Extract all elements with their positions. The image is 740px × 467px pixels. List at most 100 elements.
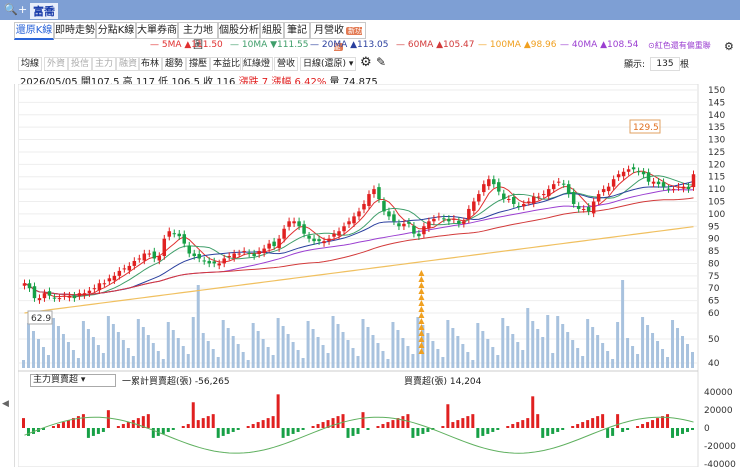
volume-bar [461,344,465,368]
toolbar-5[interactable]: 布林 [138,57,163,71]
volume-bar [471,360,475,368]
candle-body [52,297,57,299]
ind-y-tick: 0 [704,424,710,434]
netbuy-bar [676,428,680,436]
volume-bar [386,359,390,368]
tab-label: 筆記 [287,25,307,36]
chart-settings-icon[interactable]: ⚙ [360,55,372,70]
volume-bar [296,350,300,368]
candle-body [327,238,331,242]
volume-bar [226,328,230,368]
candle-body [132,260,137,266]
toolbar-10[interactable]: 營收 [274,57,299,71]
volume-bar [521,350,525,368]
toolbar-6[interactable]: 趨勢 [162,57,187,71]
y-tick-label: 135 [708,123,725,133]
chart-toolbar: 均線 外資 投信 主力 融資 布林 趨勢 撐壓 本益比 紅綠燈 營收 日線(還原) ▾ ⚙ ✎ 顯示: 135… [18,55,718,71]
y-tick-label: 105 [708,198,725,208]
volume-bar [251,323,255,368]
volume-bar [22,360,25,368]
candle-body [626,169,631,172]
volume-bar [301,358,305,368]
candle-body [586,206,591,212]
tab-7[interactable]: 筆記 [284,22,310,39]
candle-body [357,211,361,217]
volume-bar [131,356,135,368]
volume-bar [41,347,45,368]
toolbar-1[interactable]: 外資 [44,57,69,71]
volume-bar [356,356,360,368]
volume-bar [46,355,50,368]
candle-body [482,184,486,193]
netbuy-bar [626,428,630,430]
candle-body [167,231,172,237]
candle-body [207,260,211,264]
settings-gear-icon[interactable]: ⚙ [724,40,734,53]
toolbar-3[interactable]: 主力 [92,57,117,71]
candle-body [252,253,256,257]
candle-body [332,233,336,237]
volume-bar [326,353,330,368]
candle-body [367,194,371,206]
add-icon[interactable]: + [18,3,27,16]
search-icon[interactable]: 🔍 [4,3,18,16]
draw-pen-icon[interactable]: ✎ [376,55,386,69]
tab-8[interactable]: 月營收 新功能 [310,22,366,51]
toolbar-9[interactable]: 紅綠燈 [240,57,274,71]
toolbar-8[interactable]: 本益比 [210,57,244,71]
indicator-select[interactable]: 主力買賣超 ▾ [30,374,116,387]
candle-body [382,201,386,212]
display-unit: 根 [680,60,690,70]
y-tick-label: 145 [708,98,725,108]
candle-body [571,192,576,204]
high-label: 129.5 [633,123,659,133]
tab-3[interactable]: 大單券商 [136,22,178,39]
candle-body [447,218,451,222]
display-count-input[interactable]: 135 [650,57,680,71]
volume-bar [641,317,645,368]
tab-1[interactable]: 即時走勢 [54,22,96,39]
tab-6[interactable]: 組股 [260,22,284,39]
period-select[interactable]: 日線(還原) ▾ [300,57,357,71]
y-tick-label: 40 [708,359,720,369]
netbuy-bar [411,428,415,438]
tab-4[interactable]: 主力地圖 [178,22,218,51]
toolbar-7[interactable]: 撐壓 [186,57,211,71]
volume-bar [546,315,550,368]
volume-bar [126,348,130,368]
stock-title: 富喬 [30,3,58,19]
y-tick-label: 90 [708,235,720,245]
netbuy-bar [61,422,65,428]
netbuy-bar [66,420,70,428]
netbuy-bar [311,426,315,428]
candle-body [192,253,196,257]
toolbar-4[interactable]: 融資 [116,57,141,71]
toolbar-2[interactable]: 投信 [68,57,93,71]
netbuy-label: 買賣超(張) 14,204 [404,377,482,387]
ind-y-tick: -40000 [704,460,736,467]
candle-body [377,187,381,200]
volume-bar [481,331,485,368]
volume-bar [331,316,335,368]
volume-bar [201,333,205,368]
tab-label: 還原K線 [15,25,53,36]
candle-body [452,218,456,220]
candle-body [162,238,167,257]
tab-5[interactable]: 個股分析 [218,22,260,39]
netbuy-bar [471,414,475,428]
volume-bar [636,354,640,368]
candle-body [267,243,271,249]
collapse-arrow-icon[interactable]: ◀ [2,399,9,409]
volume-bar [246,360,250,368]
candle-body [412,225,416,234]
left-collapse-strip[interactable]: ◀ [0,84,15,467]
netbuy-bar [266,418,270,428]
volume-bar [466,352,470,368]
netbuy-bar [121,424,125,428]
toolbar-0[interactable]: 均線 [18,57,43,71]
tab-0[interactable]: 還原K線 [14,22,54,40]
netbuy-bar [211,414,215,428]
candle-body [177,233,182,237]
netbuy-bar [491,428,495,432]
tab-2[interactable]: 分點K線 [96,22,136,39]
